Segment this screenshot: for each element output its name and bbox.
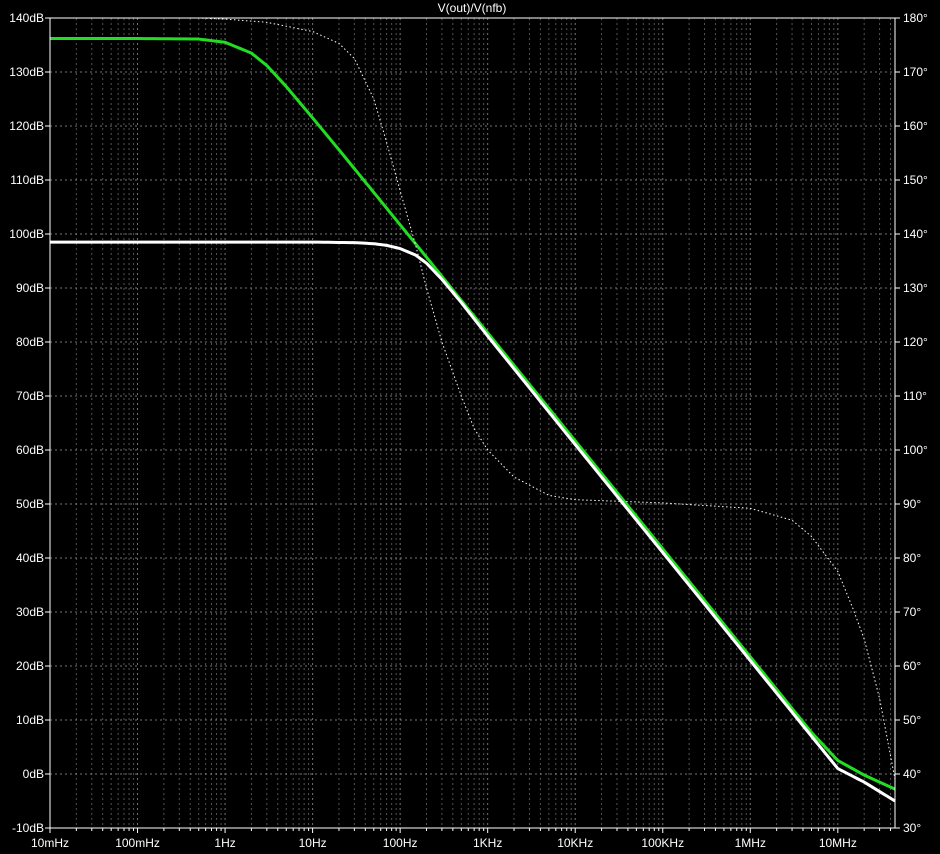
left-tick-label: 80dB bbox=[16, 335, 44, 349]
left-tick-label: 40dB bbox=[16, 551, 44, 565]
left-tick-label: 30dB bbox=[16, 605, 44, 619]
right-tick-label: 60° bbox=[903, 659, 921, 673]
left-tick-label: 90dB bbox=[16, 281, 44, 295]
right-tick-label: 120° bbox=[903, 335, 928, 349]
x-tick-label: 1KHz bbox=[473, 836, 502, 850]
left-tick-label: 140dB bbox=[9, 11, 44, 25]
left-tick-label: -10dB bbox=[12, 821, 44, 835]
right-tick-label: 110° bbox=[903, 389, 927, 403]
x-tick-label: 10mHz bbox=[31, 836, 69, 850]
right-tick-label: 40° bbox=[903, 767, 921, 781]
left-tick-label: 120dB bbox=[9, 119, 44, 133]
left-tick-label: 60dB bbox=[16, 443, 44, 457]
x-tick-label: 10KHz bbox=[557, 836, 593, 850]
right-tick-label: 170° bbox=[903, 65, 928, 79]
chart-title[interactable]: V(out)/V(nfb) bbox=[438, 1, 507, 15]
left-tick-label: 110dB bbox=[10, 173, 44, 187]
right-tick-label: 30° bbox=[903, 821, 921, 835]
left-tick-label: 50dB bbox=[16, 497, 44, 511]
x-tick-label: 100mHz bbox=[115, 836, 160, 850]
right-tick-label: 130° bbox=[903, 281, 928, 295]
right-tick-label: 80° bbox=[903, 551, 921, 565]
right-tick-label: 70° bbox=[903, 605, 921, 619]
bode-plot: 140dB 130dB 120dB 110dB 100dB 90dB 80dB 70dB 60d… bbox=[0, 0, 940, 854]
left-tick-label: 100dB bbox=[9, 227, 44, 241]
right-tick-label: 180° bbox=[903, 11, 928, 25]
left-tick-label: 0dB bbox=[23, 767, 44, 781]
left-tick-label: 70dB bbox=[16, 389, 44, 403]
right-tick-label: 50° bbox=[903, 713, 921, 727]
right-tick-label: 100° bbox=[903, 443, 928, 457]
x-tick-label: 1Hz bbox=[214, 836, 235, 850]
plot-background bbox=[0, 0, 940, 854]
right-tick-label: 90° bbox=[903, 497, 921, 511]
x-tick-label: 10MHz bbox=[819, 836, 857, 850]
right-tick-label: 150° bbox=[903, 173, 928, 187]
right-tick-label: 140° bbox=[903, 227, 928, 241]
right-tick-label: 160° bbox=[903, 119, 928, 133]
left-tick-label: 10dB bbox=[16, 713, 44, 727]
x-tick-label: 10Hz bbox=[299, 836, 327, 850]
x-tick-label: 100KHz bbox=[641, 836, 684, 850]
left-tick-label: 20dB bbox=[16, 659, 44, 673]
x-tick-label: 1MHz bbox=[735, 836, 766, 850]
x-tick-label: 100Hz bbox=[383, 836, 418, 850]
left-tick-label: 130dB bbox=[9, 65, 44, 79]
